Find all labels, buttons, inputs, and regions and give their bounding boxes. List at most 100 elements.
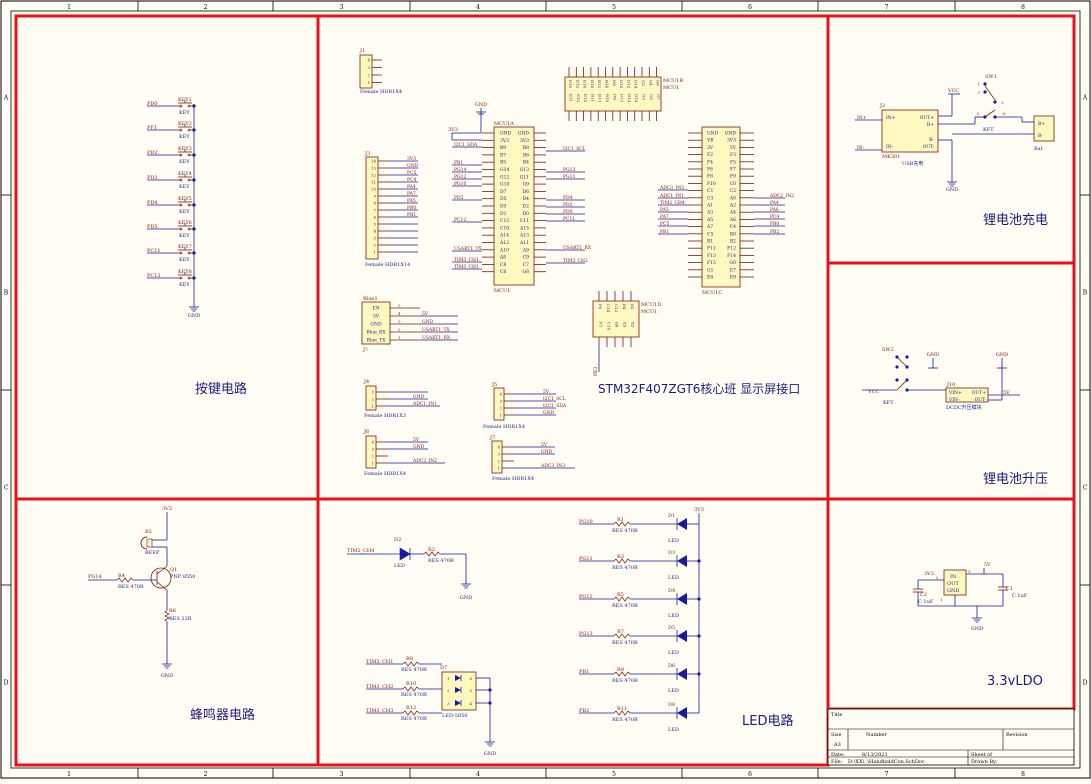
mcu1b-pin-name: B14 bbox=[605, 80, 610, 88]
mcu1b-ref: MCU1B bbox=[663, 78, 683, 84]
mcu1c-pin-left: F15 bbox=[707, 260, 716, 266]
mcu1c-pin-left: F2 bbox=[707, 152, 713, 158]
pin-number: 1 bbox=[371, 404, 374, 409]
pin-number: 12 bbox=[371, 173, 377, 178]
mcu1a-gnd-label: GND bbox=[475, 102, 487, 108]
title-charge: 锂电池充电 bbox=[983, 212, 1048, 228]
key-value: KEY bbox=[179, 209, 190, 215]
charge-net: IN+ bbox=[857, 115, 867, 121]
j6-net-label: ADC2_IN2 bbox=[412, 458, 437, 464]
mcu1d-ref: MCU1D bbox=[641, 302, 661, 308]
mcu1b-des: MCU1 bbox=[663, 85, 679, 91]
mcu1a-pin-right: A13 bbox=[519, 233, 529, 239]
boost-pin: VIN+ bbox=[948, 390, 962, 396]
mcu1c-net-label: PA4 bbox=[770, 200, 779, 206]
boost-switch-name: KFT bbox=[883, 400, 894, 406]
mcu1c-pin-left: C5 bbox=[707, 231, 713, 237]
ldo-3v3: 3V3 bbox=[924, 571, 934, 577]
mcu1b-pin-name: B13 bbox=[598, 94, 603, 102]
mcu1b-pin-name: G7 bbox=[656, 94, 661, 100]
key-junction bbox=[192, 227, 196, 231]
tb-sheet: Sheet of bbox=[971, 752, 993, 758]
mcu1a-pin-right: A15 bbox=[519, 225, 529, 231]
mcu1d-pin-name: E5 bbox=[623, 322, 628, 328]
mcu1a-pin-right: G11 bbox=[520, 174, 529, 180]
key-designator: KEY4 bbox=[178, 171, 192, 177]
mcu1c-pin-right: B0 bbox=[730, 231, 736, 237]
mcu1a-pin-left: C8 bbox=[500, 262, 506, 268]
rgb-r-ref: R8 bbox=[406, 656, 413, 662]
key-designator: KEY7 bbox=[178, 244, 192, 250]
key-junction bbox=[192, 178, 196, 182]
mcu1b-pin-name: D11 bbox=[620, 94, 625, 102]
led-junction bbox=[697, 597, 701, 601]
mcu1c-pin-right: C4 bbox=[730, 224, 736, 230]
mcu1a-pin-right: D4 bbox=[523, 196, 530, 202]
tb-revision: Revision bbox=[1006, 732, 1028, 738]
led-name: LED bbox=[668, 688, 679, 694]
led-r-value: RES 470R bbox=[612, 565, 638, 571]
row-marker-A: A bbox=[3, 95, 9, 102]
j3-net-label: PC4 bbox=[407, 177, 416, 183]
col-marker-4: 4 bbox=[476, 771, 480, 778]
key-designator: KEY5 bbox=[178, 196, 192, 202]
charge-net: IN- bbox=[857, 145, 865, 151]
mcu1a-pin-left: C12 bbox=[500, 218, 509, 224]
mcu1d-pin-name: F1 bbox=[599, 322, 604, 327]
led-junction bbox=[697, 672, 701, 676]
mcu1c-pin-right: F9 bbox=[730, 174, 736, 180]
blue-pin-name: Blue_RX bbox=[366, 330, 386, 336]
beep-net: PG14 bbox=[88, 574, 102, 580]
mcu1c-pin-left: F4 bbox=[707, 159, 713, 165]
j5-net-label: GND bbox=[543, 410, 555, 416]
j7-net-label: GND bbox=[541, 449, 553, 455]
title-block: Title Size A3 Number Revision Date: 8/13… bbox=[827, 708, 1075, 766]
mcu1a-pin-left: A12 bbox=[499, 240, 509, 246]
row-marker-A: A bbox=[1082, 95, 1088, 102]
j1-ref: J1 bbox=[359, 48, 365, 54]
r6-value: RES 22R bbox=[169, 616, 192, 622]
pin-number: 1 bbox=[367, 80, 370, 85]
key-value: KEY bbox=[179, 233, 190, 239]
mcu1a-pin-left: D5 bbox=[500, 196, 507, 202]
rgb-pin: 1 bbox=[447, 676, 450, 681]
pin-number: 1 bbox=[497, 466, 500, 471]
mcu1a-pin-right: C9 bbox=[523, 255, 529, 261]
battery-body bbox=[1033, 115, 1055, 142]
led-name: LED bbox=[668, 650, 679, 656]
j6-name: Female HDR1X4 bbox=[364, 471, 406, 477]
mcu1c-pin-right: 5V bbox=[730, 145, 737, 151]
blue-pin-name: Blue_TX bbox=[367, 338, 387, 344]
rgb-gnd-label: GND bbox=[484, 751, 496, 757]
mcu1a-net-label: PG11 bbox=[563, 174, 575, 180]
mcu1b-pin-name: E11 bbox=[569, 94, 574, 102]
tb-drawn: Drawn By: bbox=[971, 759, 998, 765]
led-name: LED bbox=[668, 727, 679, 733]
j3-ref: J3 bbox=[364, 151, 370, 157]
mcu1a-pin-left: G14 bbox=[500, 167, 509, 173]
mcu1c-pin-right: E9 bbox=[730, 275, 736, 281]
charge-module-label: USB充电 bbox=[902, 160, 923, 167]
mcu1a-des: MCU1 bbox=[494, 288, 510, 294]
boost-pin: VIN- bbox=[948, 397, 960, 403]
j3-net-label: PA5 bbox=[407, 198, 416, 204]
charge-gnd-label: GND bbox=[946, 187, 958, 193]
col-marker-6: 6 bbox=[748, 771, 752, 778]
beep-name: BEEP bbox=[145, 550, 160, 556]
row-marker-B: B bbox=[1083, 290, 1088, 297]
pin-number: 1 bbox=[373, 250, 376, 255]
mcu1b-pin-name: B15 bbox=[605, 94, 610, 102]
key-designator: KEY3 bbox=[178, 146, 192, 152]
mcu1c-pin-left: A3 bbox=[706, 210, 713, 216]
j6-net-label: 5V bbox=[413, 437, 420, 443]
mcu1a-net-label: PG14 bbox=[454, 167, 466, 173]
mcu1a-pin-right: A11 bbox=[519, 240, 529, 246]
mcu1c-pin-left: GND bbox=[707, 131, 719, 137]
rgb-r-ref: R12 bbox=[406, 705, 416, 711]
col-marker-8: 8 bbox=[1021, 4, 1025, 11]
c1-value: C 1uF bbox=[1012, 593, 1028, 599]
j7-net-label: 5V bbox=[541, 442, 548, 448]
key-junction bbox=[192, 203, 196, 207]
row-marker-B: B bbox=[4, 290, 9, 297]
ldo-pin-out: OUT bbox=[947, 581, 959, 587]
